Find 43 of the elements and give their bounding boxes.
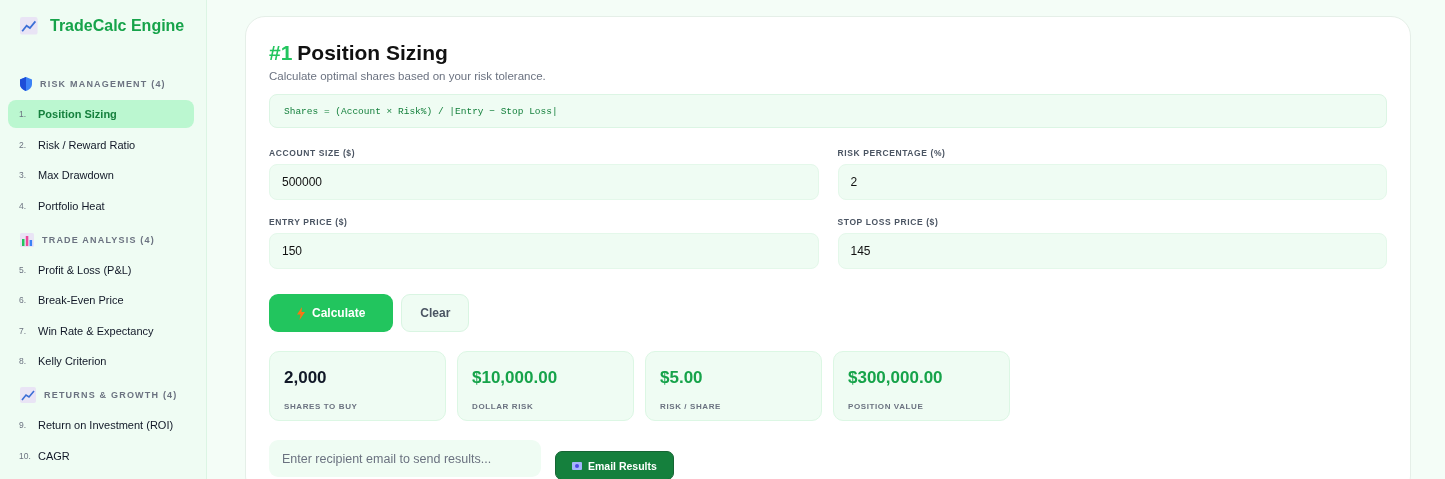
sidebar-item[interactable]: 1. Position Sizing: [8, 100, 194, 128]
input-field[interactable]: 145: [837, 233, 1387, 269]
sidebar-item[interactable]: 7. Win Rate & Expectancy: [8, 316, 194, 345]
result-label: POSITION VALUE: [848, 402, 924, 411]
field-label: ENTRY PRICE ($): [269, 217, 349, 227]
envelope-icon: [572, 461, 582, 470]
line-chart-icon: [20, 17, 38, 35]
result-label: DOLLAR RISK: [472, 402, 534, 411]
field-label: ACCOUNT SIZE ($): [269, 148, 357, 158]
calculator-title: Position Sizing: [297, 41, 448, 65]
result-value: $10,000.00: [472, 368, 559, 388]
sidebar-item[interactable]: 4. Portfolio Heat: [8, 191, 194, 220]
clear-button[interactable]: Clear: [401, 294, 470, 332]
sidebar-item[interactable]: 3. Max Drawdown: [8, 161, 194, 189]
sidebar-item[interactable]: 5. Profit & Loss (P&L): [8, 255, 194, 284]
section-heading: RETURNS & GROWTH (4): [44, 390, 178, 400]
app-title: TradeCalc Engine: [50, 17, 185, 35]
field-label: STOP LOSS PRICE ($): [837, 217, 940, 227]
bar-chart-icon: [20, 232, 34, 247]
field-label: RISK PERCENTAGE (%): [837, 148, 947, 158]
sidebar-item[interactable]: 2. Risk / Reward Ratio: [8, 130, 194, 159]
sidebar-item[interactable]: 10. CAGR: [8, 441, 194, 470]
input-field[interactable]: 150: [269, 233, 819, 269]
sidebar-item[interactable]: 9. Return on Investment (ROI): [8, 411, 194, 439]
result-label: SHARES TO BUY: [284, 402, 358, 411]
section-heading: TRADE ANALYSIS (4): [42, 234, 155, 245]
input-field[interactable]: 500000: [269, 164, 819, 200]
shield-icon: [20, 77, 32, 91]
section-heading: RISK MANAGEMENT (4): [40, 79, 166, 89]
sidebar-item[interactable]: 6. Break-Even Price: [8, 286, 194, 314]
result-value: 2,000: [284, 368, 328, 388]
result-label: RISK / SHARE: [660, 402, 721, 411]
sidebar-item[interactable]: 8. Kelly Criterion: [8, 347, 194, 375]
result-value: $300,000.00: [848, 368, 944, 388]
calculator-number: #1: [269, 41, 293, 65]
result-value: $5.00: [660, 368, 704, 388]
calculator-description: Calculate optimal shares based on your risk tolerance.: [269, 70, 547, 82]
email-field[interactable]: Enter recipient email to send results...: [269, 440, 541, 477]
lightning-icon: [297, 306, 305, 320]
email-results-button[interactable]: Email Results: [555, 451, 674, 479]
formula-text: Shares = (Account × Risk%) / |Entry − Stop Loss|: [284, 105, 558, 117]
line-chart-icon: [20, 387, 36, 403]
input-field[interactable]: 2: [837, 164, 1387, 200]
